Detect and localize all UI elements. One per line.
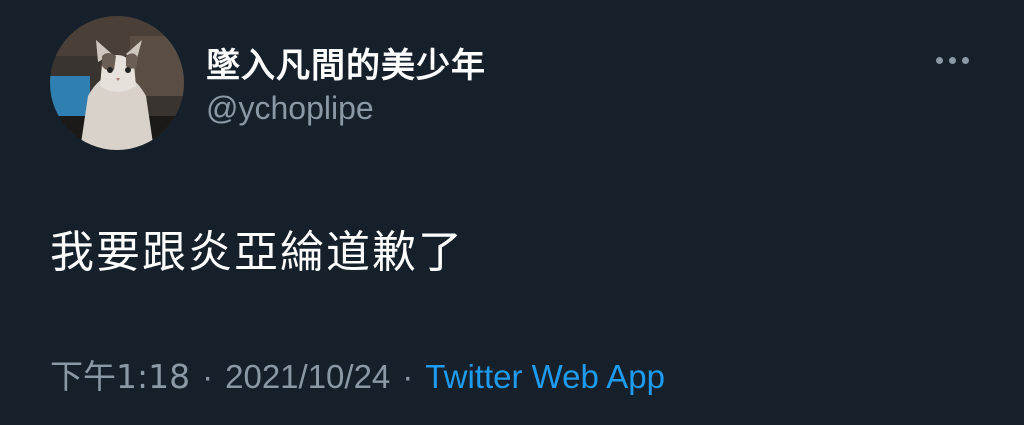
tweet-text: 我要跟炎亞綸道歉了 <box>50 227 464 278</box>
cat-avatar-icon <box>50 16 184 150</box>
separator-dot: · <box>202 358 214 395</box>
avatar[interactable] <box>50 16 184 150</box>
tweet-date[interactable]: 2021/10/24 <box>225 358 390 396</box>
tweet-card: 墜入凡間的美少年 @ychoplipe 我要跟炎亞綸道歉了 下午1:18 · 2… <box>0 0 1024 425</box>
display-name[interactable]: 墜入凡間的美少年 <box>206 38 486 87</box>
tweet-metadata: 下午1:18 · 2021/10/24 · Twitter Web App <box>50 350 665 398</box>
more-options-button[interactable] <box>928 40 976 80</box>
separator-dot: · <box>402 358 414 395</box>
tweet-source-link[interactable]: Twitter Web App <box>425 358 665 396</box>
more-horizontal-icon <box>935 56 969 64</box>
tweet-time[interactable]: 下午1:18 <box>50 350 190 398</box>
user-handle[interactable]: @ychoplipe <box>206 90 374 127</box>
